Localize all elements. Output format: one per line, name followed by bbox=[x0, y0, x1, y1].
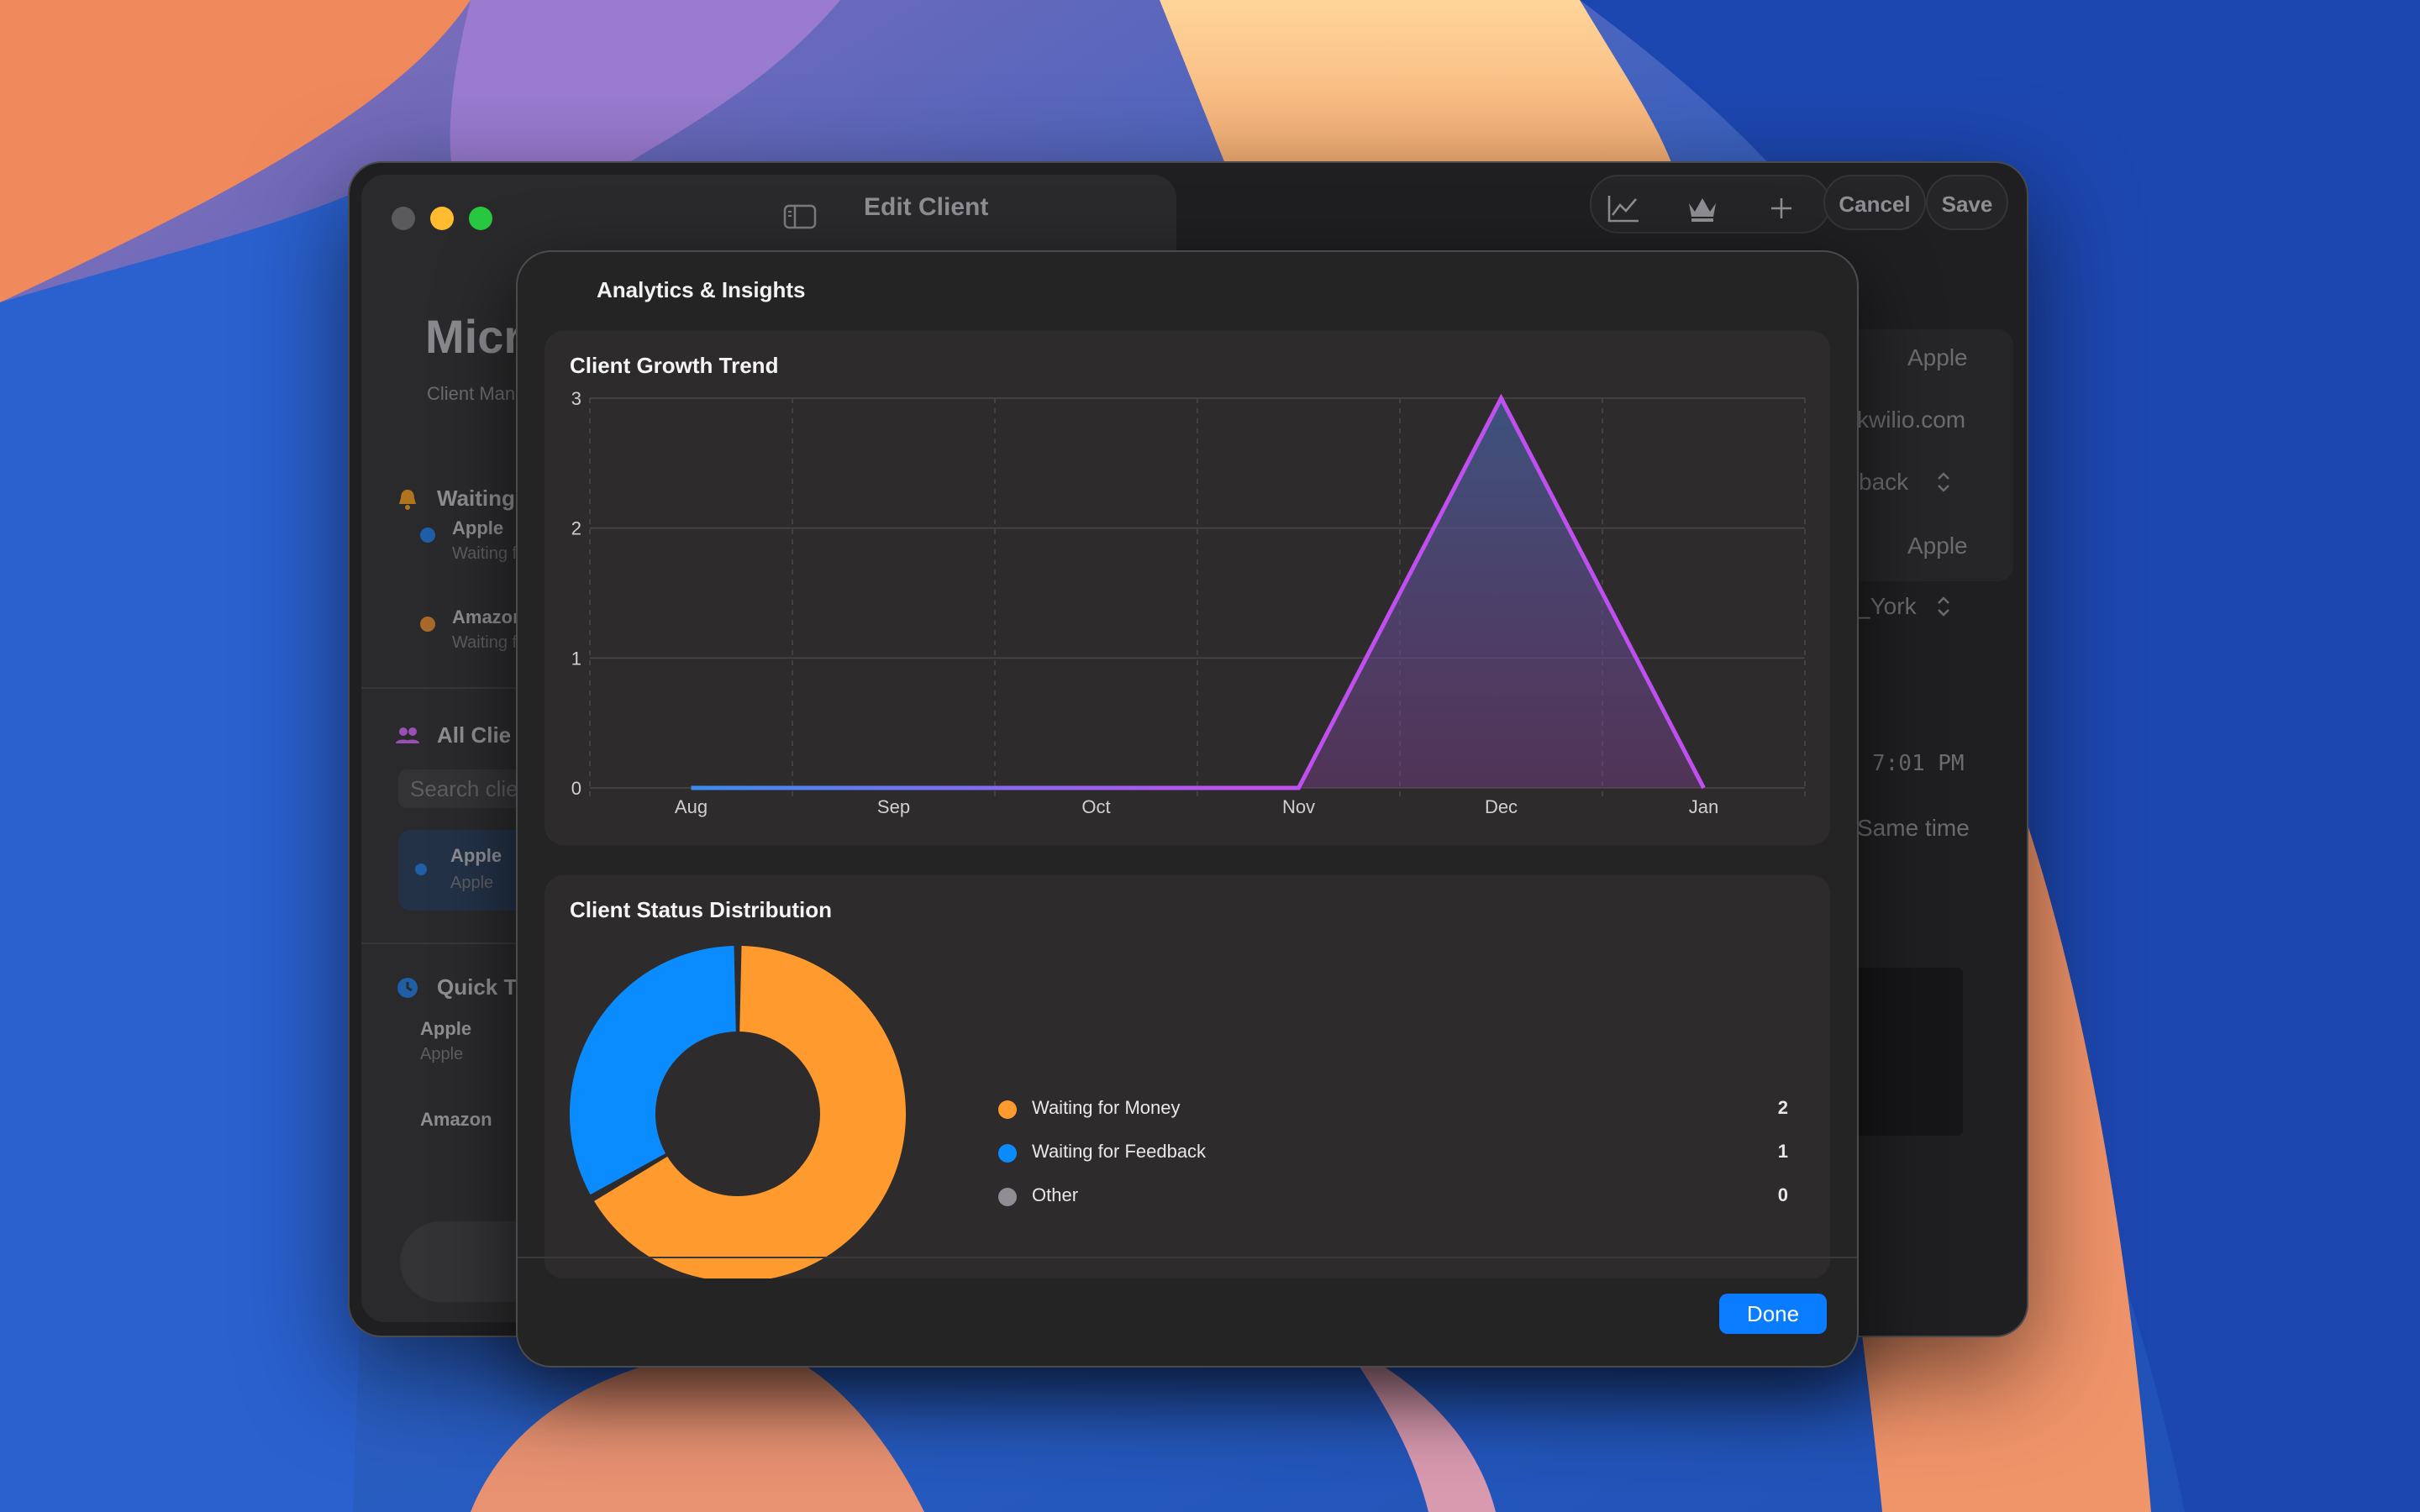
y-tick-label: 0 bbox=[571, 778, 581, 799]
timezone-select[interactable]: _York bbox=[1857, 593, 1917, 620]
plus-icon[interactable] bbox=[1765, 193, 1798, 223]
y-tick-label: 2 bbox=[571, 518, 581, 539]
minimize-window-button[interactable] bbox=[430, 207, 454, 230]
quick-item-subtitle: Apple bbox=[420, 1045, 464, 1063]
y-tick-label: 3 bbox=[571, 388, 581, 409]
done-button[interactable]: Done bbox=[1719, 1294, 1827, 1334]
status-chart-card: Client Status Distribution Waiting for M… bbox=[544, 875, 1830, 1278]
quick-section-header: Quick Ti bbox=[395, 974, 523, 1000]
company-field[interactable]: Apple bbox=[1907, 344, 1968, 371]
x-tick-label: Jan bbox=[1689, 796, 1718, 817]
close-window-button[interactable] bbox=[392, 207, 415, 230]
status-dot bbox=[415, 864, 427, 875]
time-field[interactable]: 7:01 PM bbox=[1872, 751, 1965, 776]
legend-row: Waiting for Money 2 bbox=[998, 1092, 1788, 1126]
legend-count: 0 bbox=[1777, 1184, 1788, 1205]
x-tick-label: Oct bbox=[1081, 796, 1110, 817]
x-tick-label: Nov bbox=[1282, 796, 1315, 817]
maximize-window-button[interactable] bbox=[469, 207, 492, 230]
waiting-item-subtitle: Waiting f bbox=[452, 633, 518, 652]
stepper-icon[interactable] bbox=[1936, 470, 1951, 494]
legend-row: Waiting for Feedback 1 bbox=[998, 1136, 1788, 1169]
toolbar-icon-group bbox=[1590, 175, 1830, 234]
sidebar-toggle-icon[interactable] bbox=[783, 203, 817, 230]
waiting-item-subtitle: Waiting f bbox=[452, 544, 518, 563]
sheet-title: Analytics & Insights bbox=[597, 277, 806, 302]
waiting-item-title[interactable]: Apple bbox=[452, 517, 503, 539]
crown-icon[interactable] bbox=[1686, 193, 1719, 223]
window-title: Edit Client bbox=[864, 193, 989, 221]
analytics-sheet: Analytics & Insights Client Growth Trend… bbox=[516, 250, 1859, 1368]
x-tick-label: Aug bbox=[675, 796, 708, 817]
legend-count: 1 bbox=[1777, 1141, 1788, 1162]
legend-label: Waiting for Money bbox=[1032, 1097, 1181, 1118]
waiting-section-header: Waiting bbox=[395, 486, 515, 512]
app-subtitle: Client Mana bbox=[427, 383, 526, 404]
save-button[interactable]: Save bbox=[1926, 175, 2008, 230]
client-row-subtitle: Apple bbox=[450, 874, 494, 892]
status-dot bbox=[420, 617, 435, 632]
legend-label: Other bbox=[1032, 1184, 1079, 1205]
x-tick-label: Sep bbox=[877, 796, 910, 817]
quick-item-title[interactable]: Apple bbox=[420, 1018, 471, 1040]
contact-field[interactable]: Apple bbox=[1907, 533, 1968, 559]
y-tick-label: 1 bbox=[571, 648, 581, 669]
all-clients-section-header: All Clie bbox=[395, 722, 511, 748]
clock-icon bbox=[397, 977, 418, 998]
stepper-icon[interactable] bbox=[1936, 595, 1951, 618]
chart-icon[interactable] bbox=[1607, 193, 1640, 223]
growth-chart: 0 1 2 3 Aug Sep Oct Nov Dec Jan bbox=[571, 388, 1806, 817]
status-donut-chart bbox=[570, 946, 906, 1278]
bell-icon bbox=[399, 489, 416, 510]
x-tick-label: Dec bbox=[1485, 796, 1518, 817]
email-field[interactable]: kwilio.com bbox=[1857, 407, 1965, 433]
client-row-title: Apple bbox=[450, 845, 502, 866]
status-select[interactable]: back bbox=[1859, 469, 1908, 496]
people-icon bbox=[396, 727, 419, 743]
legend-color-dot bbox=[998, 1188, 1017, 1206]
cancel-button[interactable]: Cancel bbox=[1823, 175, 1926, 230]
repeat-label: Same time bbox=[1857, 815, 1970, 841]
footer-divider bbox=[518, 1257, 1857, 1258]
legend-color-dot bbox=[998, 1100, 1017, 1119]
legend-label: Waiting for Feedback bbox=[1032, 1141, 1207, 1162]
legend-row: Other 0 bbox=[998, 1179, 1788, 1213]
quick-item-title[interactable]: Amazon bbox=[420, 1109, 492, 1131]
all-clients-section-label: All Clie bbox=[437, 722, 512, 748]
waiting-section-label: Waiting bbox=[437, 486, 515, 511]
waiting-item-title[interactable]: Amazon bbox=[452, 606, 524, 628]
donut-slice bbox=[570, 946, 736, 1195]
legend-count: 2 bbox=[1777, 1097, 1788, 1118]
growth-chart-card: Client Growth Trend 0 1 2 3 Aug Sep Oct Nov Dec J… bbox=[544, 331, 1830, 845]
legend-color-dot bbox=[998, 1144, 1017, 1163]
quick-section-label: Quick Ti bbox=[437, 974, 523, 1000]
status-dot bbox=[420, 528, 435, 543]
